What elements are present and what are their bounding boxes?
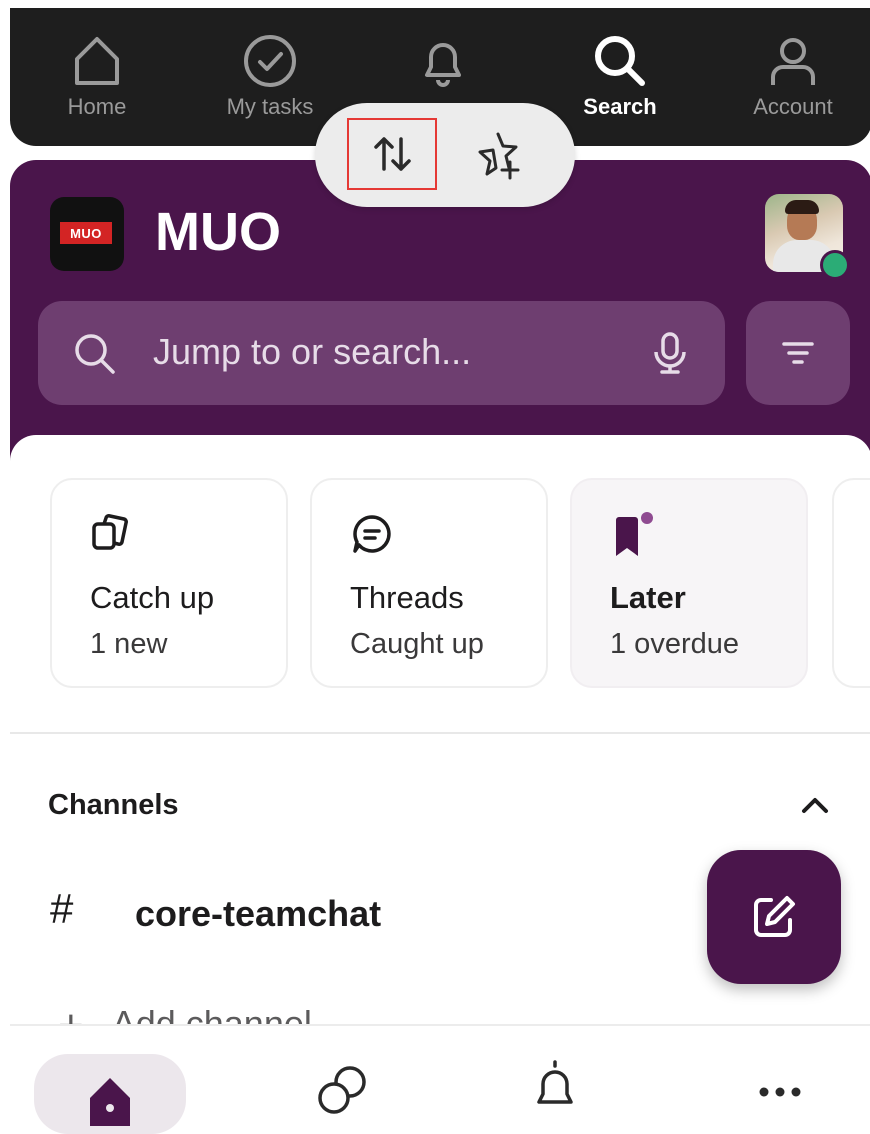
divider: [10, 732, 870, 734]
home-outline-icon: [32, 26, 162, 96]
chat-bubbles-icon: [318, 1066, 366, 1114]
top-nav-home-label: Home: [67, 94, 127, 119]
chevron-up-icon[interactable]: [800, 795, 830, 820]
card-subtitle: 1 new: [90, 628, 168, 660]
person-icon: [728, 26, 858, 96]
search-icon: [72, 331, 118, 382]
card-subtitle: Caught up: [350, 628, 484, 660]
search-placeholder: Jump to or search...: [153, 331, 472, 372]
filter-button[interactable]: [746, 301, 850, 405]
thread-icon: [350, 512, 394, 561]
bookmark-icon: [610, 512, 660, 567]
channels-section-title[interactable]: Channels: [48, 789, 179, 822]
workspace-logo[interactable]: MUO: [50, 197, 124, 271]
star-add-icon: [478, 132, 520, 180]
copy-icon: [90, 512, 132, 559]
more-dots-icon: [759, 1087, 801, 1097]
card-later[interactable]: Later 1 overdue: [570, 478, 808, 688]
card-more[interactable]: [832, 478, 870, 688]
tab-home[interactable]: [34, 1054, 186, 1134]
top-nav-account[interactable]: Account: [728, 26, 858, 120]
top-nav-account-label: Account: [753, 94, 833, 119]
card-catch-up[interactable]: Catch up 1 new: [50, 478, 288, 688]
card-title: Later: [610, 580, 686, 615]
avatar-hair: [785, 200, 819, 214]
workspace-name[interactable]: MUO: [155, 197, 281, 267]
bell-icon: [378, 26, 508, 96]
compose-button[interactable]: [707, 850, 841, 984]
top-nav-my-tasks-label: My tasks: [226, 94, 314, 119]
sort-arrows-icon: [374, 137, 411, 171]
top-nav-home[interactable]: Home: [32, 26, 162, 120]
top-nav-search-label: Search: [583, 94, 657, 119]
top-nav-activity[interactable]: [378, 26, 508, 96]
card-title: Threads: [350, 580, 464, 615]
check-circle-icon: [205, 26, 335, 96]
star-add-button[interactable]: [465, 121, 535, 191]
microphone-icon[interactable]: [650, 331, 690, 380]
channel-item[interactable]: core-teamchat: [135, 893, 381, 935]
card-subtitle: 1 overdue: [610, 628, 739, 660]
top-nav-search[interactable]: Search: [555, 26, 685, 120]
home-icon: [90, 1078, 130, 1126]
card-threads[interactable]: Threads Caught up: [310, 478, 548, 688]
hash-icon: #: [50, 885, 74, 932]
filter-icon: [782, 342, 814, 364]
search-icon: [555, 26, 685, 96]
top-nav-my-tasks[interactable]: My tasks: [205, 26, 335, 120]
card-title: Catch up: [90, 580, 215, 615]
bell-icon: [537, 1060, 573, 1104]
quick-actions-pill: [315, 103, 575, 207]
workspace-logo-badge: MUO: [60, 222, 112, 244]
sort-button[interactable]: [347, 118, 437, 190]
search-bar[interactable]: Jump to or search...: [38, 301, 725, 405]
compose-icon: [754, 896, 795, 937]
presence-dot: [820, 250, 850, 280]
bottom-tab-bar: [10, 1024, 870, 1134]
